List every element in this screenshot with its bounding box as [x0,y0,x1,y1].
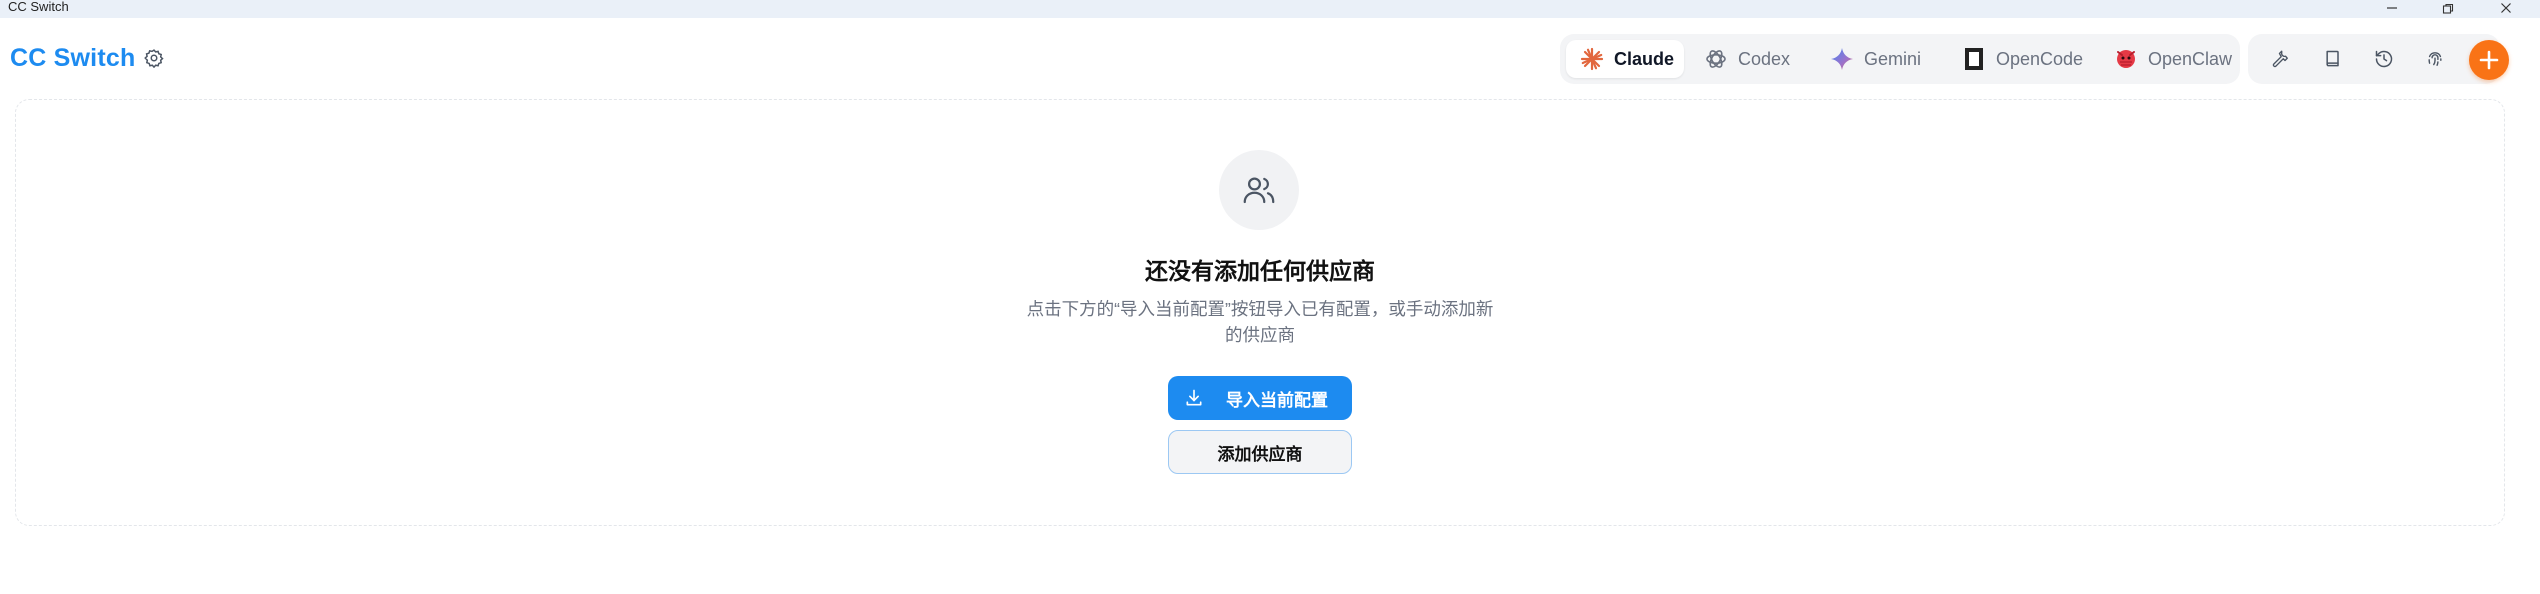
tab-openclaw-label: OpenClaw [2148,48,2233,69]
fingerprint-button[interactable] [2419,43,2451,75]
window-titlebar: CC Switch [0,0,2540,18]
tab-opencode[interactable]: OpenCode [1948,40,2094,78]
import-button-label: 导入当前配置 [1226,390,1328,410]
settings-button[interactable] [143,47,165,69]
claude-icon [1580,47,1604,71]
gear-icon [144,49,164,68]
empty-state-description-line1: 点击下方的“导入当前配置”按钮导入已有配置，或手动添加新 [1026,299,1494,319]
restore-icon [2442,3,2454,14]
tab-claude[interactable]: Claude [1566,40,1684,78]
openai-icon [1704,47,1728,71]
tab-gemini[interactable]: Gemini [1816,40,1942,78]
add-provider-button-label: 添加供应商 [1217,444,1303,464]
tab-codex[interactable]: Codex [1690,40,1810,78]
fingerprint-icon [2428,52,2442,66]
openclaw-icon [2114,47,2138,71]
history-icon [2375,50,2393,68]
close-icon [2501,3,2511,13]
restore-button[interactable] [2428,0,2468,18]
close-button[interactable] [2486,0,2526,18]
import-current-config-button[interactable]: 导入当前配置 [1168,376,1352,420]
toolbar [2248,34,2500,84]
wrench-icon [2272,50,2288,68]
gemini-icon [1830,47,1854,71]
add-provider-button[interactable]: 添加供应商 [1168,430,1352,474]
app-brand: CC Switch [10,44,136,72]
add-provider-fab[interactable] [2469,40,2509,80]
minimize-button[interactable] [2372,0,2412,18]
tab-gemini-label: Gemini [1864,48,1922,69]
tab-codex-label: Codex [1738,48,1791,69]
plus-icon [2479,50,2499,70]
opencode-icon [1962,47,1986,71]
app-switcher: Claude Codex Gemini OpenCode OpenClaw [1560,34,2240,84]
users-icon [1243,177,1275,204]
empty-state-title: 还没有添加任何供应商 [1145,258,1375,284]
minimize-icon [2387,7,2397,9]
tab-openclaw[interactable]: OpenClaw [2100,40,2234,78]
docs-button[interactable] [2317,43,2349,75]
window-title: CC Switch [8,0,69,14]
empty-state-icon [1219,150,1299,230]
tab-opencode-label: OpenCode [1996,48,2084,69]
history-button[interactable] [2368,43,2400,75]
empty-state-description: 点击下方的“导入当前配置”按钮导入已有配置，或手动添加新 的供应商 [1020,296,1500,348]
book-icon [2326,50,2339,67]
download-icon [1184,388,1204,408]
tools-button[interactable] [2266,43,2298,75]
tab-claude-label: Claude [1614,48,1675,69]
empty-state-description-line2: 的供应商 [1225,325,1295,345]
